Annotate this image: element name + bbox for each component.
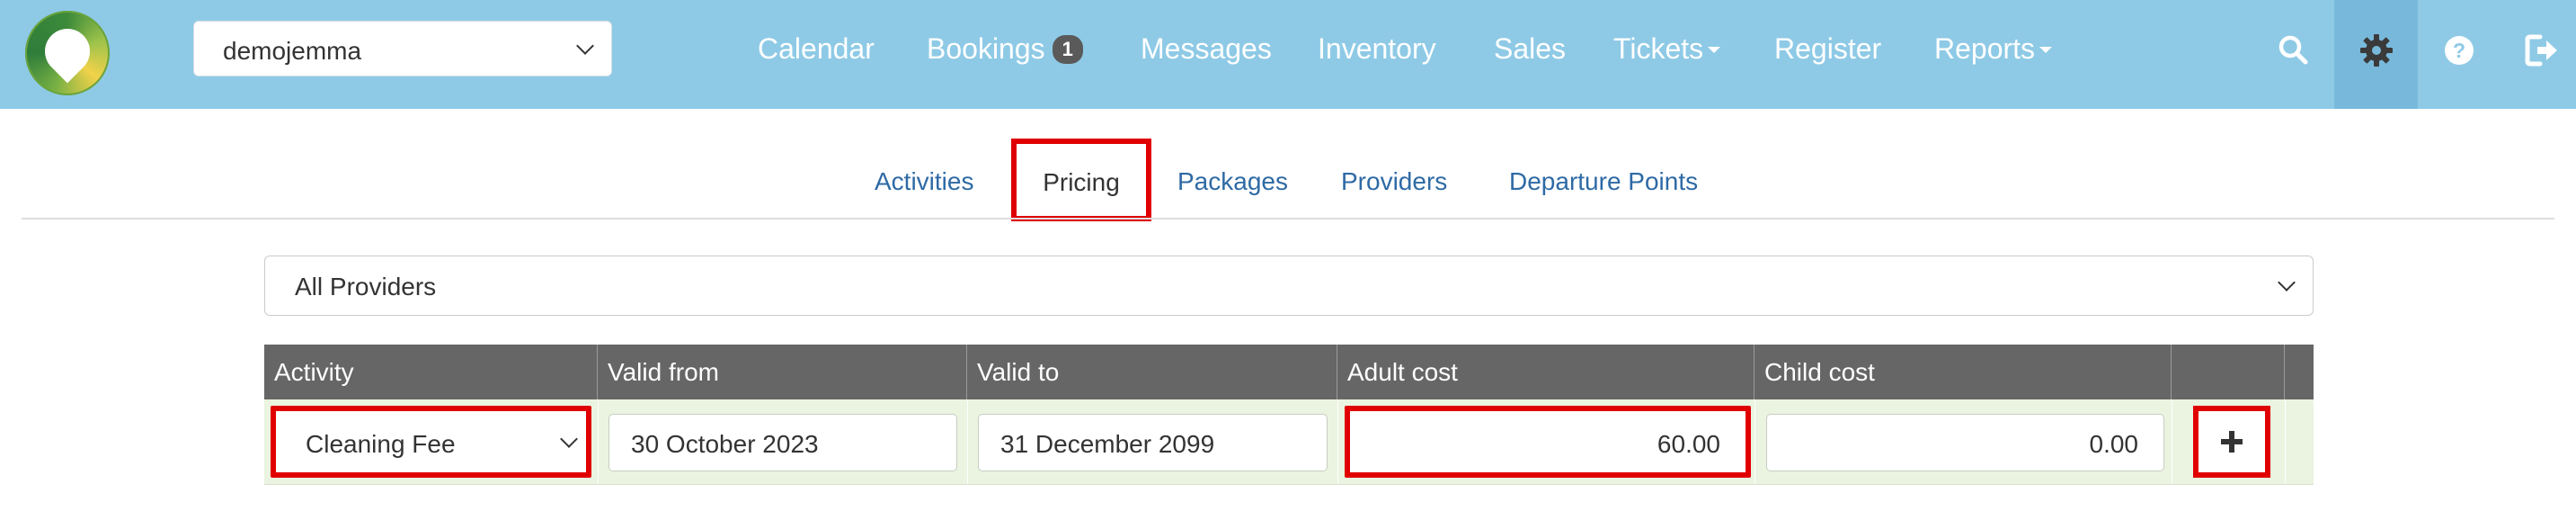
nav-bookings-label: Bookings: [927, 32, 1045, 65]
nav-sales[interactable]: Sales: [1494, 32, 1566, 66]
col-header-actions: [2172, 345, 2285, 399]
brand-logo[interactable]: [25, 11, 110, 95]
col-header-valid-to: Valid to: [967, 345, 1337, 399]
col-header-adult-cost: Adult cost: [1337, 345, 1754, 399]
nav-calendar[interactable]: Calendar: [758, 32, 875, 66]
tab-activities[interactable]: Activities: [875, 167, 973, 196]
logout-icon[interactable]: [2524, 32, 2560, 68]
adult-cost-value: 60.00: [1657, 430, 1720, 458]
caret-down-icon: [1708, 47, 1721, 53]
tabs-divider: [22, 218, 2554, 220]
child-cost-value: 0.00: [2089, 430, 2139, 458]
chevron-down-icon: [576, 37, 594, 55]
bookings-count-badge: 1: [1052, 35, 1083, 64]
valid-to-input[interactable]: 31 December 2099: [978, 414, 1328, 471]
nav-tickets[interactable]: Tickets: [1613, 32, 1721, 66]
valid-to-value: 31 December 2099: [1000, 430, 1215, 458]
nav-bookings[interactable]: Bookings 1: [927, 32, 1083, 66]
plus-icon: [2221, 431, 2243, 453]
col-header-child-cost: Child cost: [1754, 345, 2172, 399]
activity-select[interactable]: Cleaning Fee: [271, 406, 591, 478]
nav-reports[interactable]: Reports: [1934, 32, 2053, 66]
valid-from-input[interactable]: 30 October 2023: [608, 414, 957, 471]
provider-filter-value: All Providers: [295, 273, 437, 300]
valid-from-value: 30 October 2023: [631, 430, 819, 458]
nav-reports-label: Reports: [1934, 32, 2036, 65]
top-navbar: demojemma Calendar Bookings 1 Messages In…: [0, 0, 2576, 109]
adult-cost-input[interactable]: 60.00: [1345, 406, 1751, 478]
child-cost-input[interactable]: 0.00: [1766, 414, 2164, 471]
nav-messages[interactable]: Messages: [1141, 32, 1272, 66]
caret-down-icon: [2039, 47, 2053, 53]
tab-pricing[interactable]: Pricing: [1011, 139, 1151, 221]
activity-select-value: Cleaning Fee: [306, 430, 456, 458]
nav-tickets-label: Tickets: [1613, 32, 1704, 65]
gear-icon: [2360, 34, 2393, 67]
tab-providers[interactable]: Providers: [1341, 167, 1447, 196]
nav-inventory[interactable]: Inventory: [1318, 32, 1436, 66]
search-icon[interactable]: [2276, 32, 2312, 68]
svg-text:?: ?: [2453, 39, 2465, 62]
account-select[interactable]: demojemma: [193, 21, 612, 76]
help-icon[interactable]: ?: [2441, 32, 2477, 68]
add-price-button[interactable]: [2193, 406, 2270, 478]
chevron-down-icon: [560, 430, 578, 448]
col-header-valid-from: Valid from: [598, 345, 967, 399]
col-header-spacer: [2285, 345, 2314, 399]
tab-packages[interactable]: Packages: [1177, 167, 1288, 196]
account-select-value: demojemma: [223, 37, 362, 65]
nav-register[interactable]: Register: [1774, 32, 1881, 66]
settings-button[interactable]: [2334, 0, 2418, 109]
tab-departure-points[interactable]: Departure Points: [1509, 167, 1698, 196]
col-header-activity: Activity: [264, 345, 598, 399]
pricing-table-header: Activity Valid from Valid to Adult cost …: [264, 345, 2314, 399]
provider-filter-select[interactable]: All Providers: [264, 256, 2314, 316]
tab-pricing-label: Pricing: [1043, 168, 1120, 196]
chevron-down-icon: [2278, 273, 2296, 291]
